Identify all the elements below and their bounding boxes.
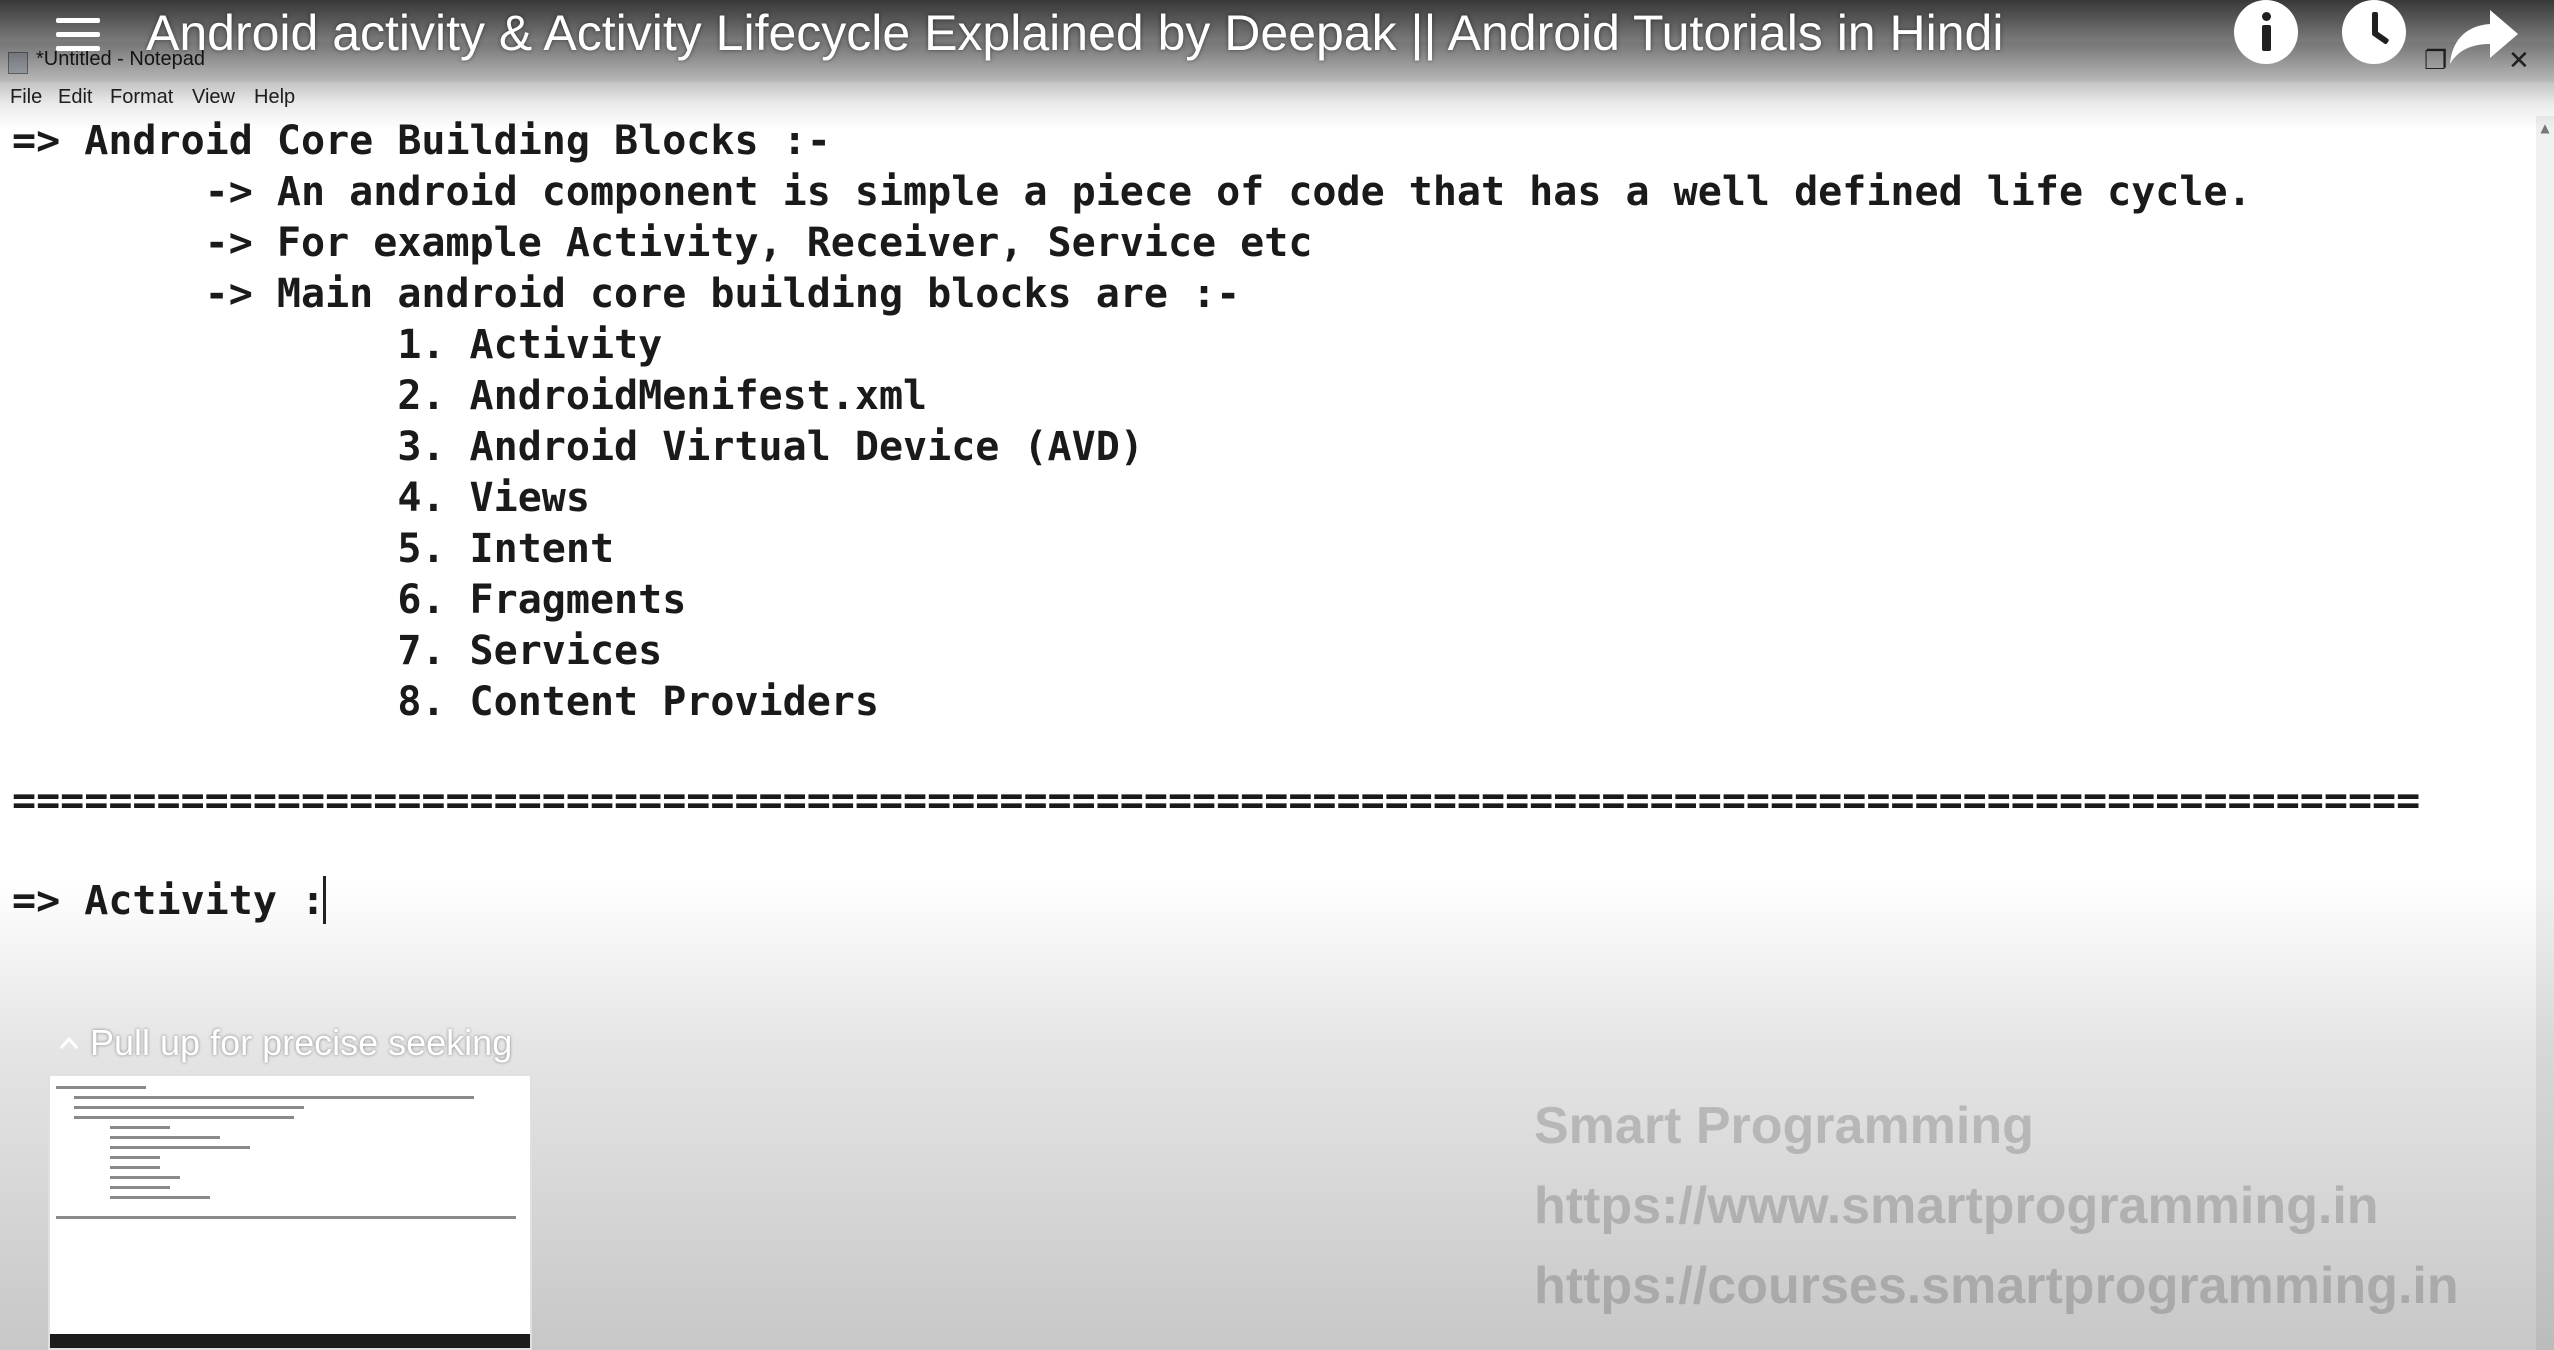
text-caret (323, 876, 326, 924)
menu-format[interactable]: Format (110, 86, 173, 109)
text-line: -> An android component is simple a piec… (12, 169, 2252, 215)
list-item: 7. Services (12, 628, 663, 674)
watermark-url: https://www.smartprogramming.in (1534, 1177, 2379, 1235)
list-item: 3. Android Virtual Device (AVD) (12, 424, 1144, 470)
list-item: 8. Content Providers (12, 679, 879, 725)
watch-later-clock-icon[interactable] (2342, 0, 2406, 64)
notepad-app-icon (8, 52, 28, 74)
video-title[interactable]: Android activity & Activity Lifecycle Ex… (146, 2, 2003, 64)
info-icon[interactable] (2234, 0, 2298, 64)
text-line: => Activity : (12, 878, 326, 924)
seek-preview-thumbnail[interactable] (48, 1074, 532, 1350)
list-item: 4. Views (12, 475, 590, 521)
menu-icon[interactable] (56, 18, 100, 52)
list-item: 6. Fragments (12, 577, 687, 623)
watermark-brand: Smart Programming (1534, 1097, 2034, 1155)
seek-hint-text: Pull up for precise seeking (90, 1022, 513, 1063)
list-item: 1. Activity (12, 322, 663, 368)
restore-window-button[interactable]: ❐ (2424, 46, 2447, 76)
menu-help[interactable]: Help (254, 86, 295, 109)
share-icon[interactable] (2446, 4, 2522, 68)
menu-view[interactable]: View (192, 86, 235, 109)
menu-file[interactable]: File (10, 86, 42, 109)
separator-line: ========================================… (12, 778, 2421, 824)
text-line: -> Main android core building blocks are… (12, 271, 1241, 317)
text-line: -> For example Activity, Receiver, Servi… (12, 220, 1313, 266)
menu-edit[interactable]: Edit (58, 86, 92, 109)
notepad-menu-bar: File Edit Format View Help (0, 82, 2554, 117)
scroll-up-arrow-icon[interactable]: ▲ (2536, 116, 2554, 140)
list-item: 2. AndroidMenifest.xml (12, 373, 928, 419)
chevron-up-icon (59, 1036, 79, 1049)
list-item: 5. Intent (12, 526, 615, 572)
vertical-scrollbar[interactable] (2536, 116, 2554, 1350)
watermark-url: https://courses.smartprogramming.in (1534, 1257, 2459, 1315)
text-line: => Android Core Building Blocks :- (12, 118, 831, 164)
video-frame[interactable]: *Untitled - Notepad ❐ ✕ File Edit Format… (0, 0, 2554, 1350)
